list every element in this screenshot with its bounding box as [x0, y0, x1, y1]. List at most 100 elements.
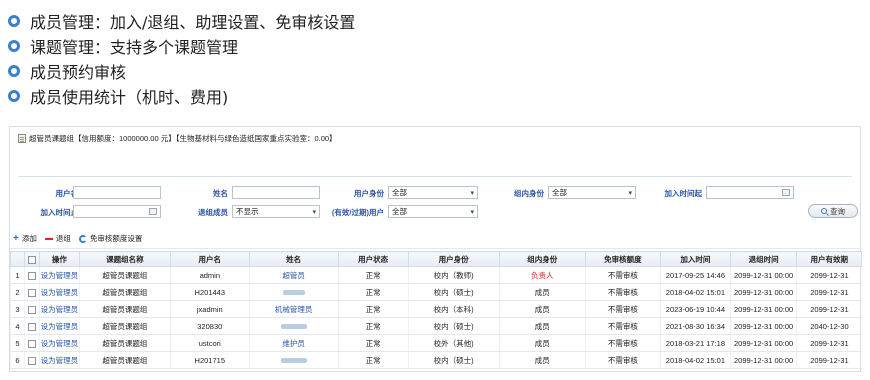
user-name-cell: ustcori [198, 338, 221, 348]
exempt-quota-cell-td: 不需审核 [584, 266, 661, 284]
member-name-link[interactable]: 超管员 [282, 271, 305, 280]
user-name-cell-td: ustcori [170, 334, 249, 352]
row-checkbox[interactable] [27, 339, 36, 348]
join-time-cell: 2017-09-25 14:46 [665, 270, 725, 280]
header-cell[interactable]: 用户名 [170, 251, 250, 267]
exempt-quota-cell: 不需审核 [607, 270, 638, 280]
set-admin-link[interactable]: 设为管理员 [41, 271, 79, 280]
user-name-cell: 320830 [197, 321, 223, 331]
user-role-cell: 校内（硕士) [433, 355, 474, 365]
remove-from-group-button[interactable]: 退组 [44, 233, 71, 244]
group-role-cell: 负责人 [531, 270, 554, 280]
table-row[interactable]: 3 设为管理员 超管员课题组 jxadmin 机械管理员 正常 校内（本科) 成员 不需审核 20… [10, 300, 862, 318]
table-row[interactable]: 1 设为管理员 超管员课题组 admin 超管员 正常 校内（教师) 负责人 不需审核 2017-… [10, 266, 862, 284]
header-cell[interactable]: 用户有效期 [796, 251, 862, 267]
redacted-name-mark[interactable] [282, 290, 305, 296]
search-button[interactable]: 查询 [808, 204, 858, 218]
group-role-cell: 成员 [534, 355, 550, 365]
redacted-name-mark[interactable] [280, 324, 307, 330]
add-button[interactable]: + 添加 [13, 233, 37, 244]
user-name-cell-td: admin [170, 266, 249, 284]
row-checkbox[interactable] [27, 288, 36, 297]
table-row[interactable]: 2 设为管理员 超管员课题组 H201443 正常 校内（硕士) 成员 不需审核 2018-04… [10, 283, 862, 301]
exempt-quota-cell: 不需审核 [607, 287, 638, 297]
row-checkbox[interactable] [27, 356, 36, 365]
search-icon [821, 208, 827, 214]
row-checkbox-cell [23, 300, 40, 318]
group-name-cell: 超管员课题组 [102, 338, 148, 348]
group-name-cell-td: 超管员课题组 [78, 334, 171, 352]
bullet-text: 成员使用统计（机时、费用) [30, 87, 229, 107]
header-cell[interactable]: 课题组名称 [78, 251, 172, 267]
group-role-cell-td: 成员 [498, 283, 586, 301]
join-end-input[interactable] [73, 205, 161, 218]
valid-user-select[interactable]: 全部 ▾ [388, 205, 478, 218]
toolbar: + 添加 退组 免审核额度设置 [10, 229, 862, 249]
leave-time-cell: 2099-12-31 00:00 [734, 304, 794, 314]
group-role-cell-td: 成员 [498, 334, 586, 352]
exempt-quota-cell-td: 不需审核 [584, 300, 661, 318]
set-admin-link[interactable]: 设为管理员 [41, 288, 79, 297]
set-admin-link[interactable]: 设为管理员 [41, 356, 79, 365]
header-cell[interactable]: 用户身份 [407, 251, 500, 267]
set-admin-link[interactable]: 设为管理员 [41, 339, 79, 348]
set-admin-link[interactable]: 设为管理员 [41, 305, 79, 314]
row-checkbox[interactable] [27, 305, 36, 314]
set-admin-link[interactable]: 设为管理员 [41, 322, 79, 331]
minus-icon [44, 237, 53, 240]
member-name-link[interactable]: 维护员 [282, 339, 305, 348]
bullet-item: 课题管理：支持多个课题管理 [8, 33, 608, 58]
header-cell[interactable]: 免审核额度 [584, 251, 661, 267]
bullet-dot-icon [8, 14, 20, 27]
header-checkbox-cell [23, 251, 40, 267]
leave-time-cell: 2099-12-31 00:00 [734, 270, 794, 280]
name-input[interactable] [232, 186, 320, 199]
table-row[interactable]: 4 设为管理员 超管员课题组 320830 正常 校内（硕士) 成员 不需审核 2021-08-… [10, 317, 862, 335]
row-number: 2 [15, 287, 20, 297]
user-status-cell: 正常 [365, 355, 381, 365]
expire-date-cell-td: 2099-12-31 [796, 351, 862, 369]
leave-time-cell-td: 2099-12-31 00:00 [729, 300, 797, 318]
group-role-select[interactable]: 全部 ▾ [548, 186, 636, 199]
user-role-select[interactable]: 全部 ▾ [388, 186, 478, 199]
row-number: 4 [15, 321, 20, 331]
plus-icon: + [13, 233, 19, 244]
redacted-name-mark[interactable] [280, 358, 307, 364]
group-role-cell-td: 成员 [498, 351, 586, 369]
refresh-icon [78, 234, 87, 243]
expire-date-cell: 2099-12-31 [810, 287, 849, 297]
row-checkbox-cell [23, 351, 40, 369]
header-cell[interactable]: 组内身份 [498, 251, 586, 267]
expire-date-cell: 2099-12-31 [810, 355, 849, 365]
user-name-cell: admin [199, 270, 220, 280]
row-number-td: 4 [10, 317, 25, 335]
leave-member-select[interactable]: 不显示 ▾ [232, 205, 320, 218]
header-cell[interactable]: 用户状态 [337, 251, 409, 267]
table-row[interactable]: 6 设为管理员 超管员课题组 H201715 正常 校内（硕士) 成员 不需审核 2018-04… [10, 351, 862, 369]
set-admin-link-td: 设为管理员 [38, 351, 80, 369]
expire-date-cell: 2099-12-31 [810, 270, 849, 280]
join-start-input[interactable] [706, 186, 794, 199]
row-checkbox[interactable] [27, 271, 36, 280]
calendar-icon[interactable] [782, 189, 790, 196]
calendar-icon[interactable] [149, 208, 157, 215]
group-name-cell: 超管员课题组 [102, 287, 148, 297]
header-cell[interactable]: 加入时间 [659, 251, 731, 267]
expire-date-cell: 2040-12-30 [810, 321, 849, 331]
exempt-quota-button[interactable]: 免审核额度设置 [78, 233, 142, 244]
table-row[interactable]: 5 设为管理员 超管员课题组 ustcori 维护员 正常 校外（其他) 成员 不需审核 2018… [10, 334, 862, 352]
user-name-cell-td: H201715 [170, 351, 249, 369]
group-name-cell-td: 超管员课题组 [78, 266, 171, 284]
select-all-checkbox[interactable] [27, 255, 36, 264]
user-name-input[interactable] [73, 186, 161, 199]
row-checkbox[interactable] [27, 322, 36, 331]
row-number-td: 3 [10, 300, 25, 318]
set-admin-link-td: 设为管理员 [38, 317, 80, 335]
header-cell[interactable]: 退组时间 [729, 251, 798, 267]
join-time-cell-td: 2017-09-25 14:46 [659, 266, 731, 284]
header-cell[interactable]: 姓名 [248, 251, 339, 267]
set-admin-link-td: 设为管理员 [38, 334, 80, 352]
member-name-link[interactable]: 机械管理员 [275, 305, 313, 314]
group-role-cell: 成员 [534, 287, 550, 297]
exempt-quota-cell-td: 不需审核 [584, 351, 661, 369]
